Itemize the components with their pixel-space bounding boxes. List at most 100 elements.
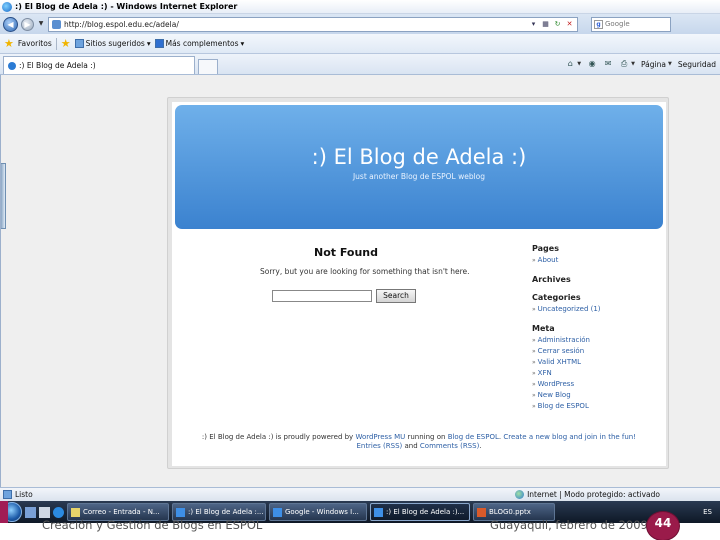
- address-dropdown-icon[interactable]: ▾: [529, 20, 538, 29]
- chevron-down-icon[interactable]: ▼: [668, 61, 672, 67]
- taskbar-item-label: :) El Blog de Adela :)...: [386, 508, 465, 516]
- footer-link-entries-rss[interactable]: Entries (RSS): [356, 442, 402, 450]
- back-button[interactable]: ◀: [3, 16, 18, 32]
- suggested-sites-button[interactable]: Sitios sugeridos ▾: [74, 39, 151, 48]
- sidebar-link-new-blog[interactable]: » New Blog: [532, 390, 662, 401]
- taskbar-item-google[interactable]: Google - Windows I...: [269, 503, 367, 521]
- home-icon[interactable]: ⌂: [565, 59, 575, 69]
- status-bar: Listo Internet | Modo protegido: activad…: [0, 487, 720, 501]
- meta-heading: Meta: [532, 324, 555, 333]
- tab-label: :) El Blog de Adela :): [19, 61, 96, 70]
- quicklaunch-window-icon[interactable]: [39, 506, 50, 518]
- blog-header: :) El Blog de Adela :) Just another Blog…: [175, 105, 663, 229]
- zone-text: Internet | Modo protegido: activado: [527, 490, 660, 499]
- categories-list: » Uncategorized (1): [532, 304, 662, 315]
- sidebar-link-about[interactable]: » About: [532, 255, 662, 266]
- taskbar-item-label: BLOG0.pptx: [489, 508, 531, 516]
- window-title: :) El Blog de Adela :) - Windows Interne…: [15, 2, 238, 11]
- footer-text: .: [479, 442, 482, 450]
- print-icon[interactable]: ⎙: [619, 59, 629, 69]
- address-url[interactable]: http://blog.espol.edu.ec/adela/: [64, 20, 526, 29]
- sidebar-link-label: Uncategorized (1): [537, 305, 601, 313]
- tab-active[interactable]: :) El Blog de Adela :): [3, 56, 195, 74]
- footer-link-espol[interactable]: Blog de ESPOL: [448, 433, 499, 441]
- new-tab-button[interactable]: [198, 59, 218, 74]
- security-zone[interactable]: Internet | Modo protegido: activado: [515, 490, 720, 499]
- chevron-down-icon[interactable]: ▼: [577, 61, 581, 67]
- sidebar-link-admin[interactable]: » Administración: [532, 335, 662, 346]
- sidebar-link-blog-espol[interactable]: » Blog de ESPOL: [532, 401, 662, 412]
- tab-page-icon: [8, 61, 16, 70]
- blog-description: Just another Blog de ESPOL weblog: [352, 172, 486, 181]
- search-button[interactable]: Search: [376, 289, 416, 303]
- refresh-icon[interactable]: ↻: [553, 20, 562, 29]
- bullet-icon: »: [532, 348, 536, 355]
- sidebar-link-logout[interactable]: » Cerrar sesión: [532, 346, 662, 357]
- suggested-sites-icon: [74, 39, 84, 48]
- bullet-icon: »: [532, 257, 536, 264]
- taskbar-item-label: :) El Blog de Adela :...: [188, 508, 264, 516]
- compatibility-icon[interactable]: ▦: [541, 20, 550, 29]
- sidebar-link-label: WordPress: [537, 380, 575, 388]
- blog-title[interactable]: :) El Blog de Adela :): [175, 145, 663, 169]
- safety-menu[interactable]: Seguridad: [678, 60, 716, 69]
- status-text: Listo: [15, 490, 33, 499]
- footer-link-comments-rss[interactable]: Comments (RSS): [420, 442, 479, 450]
- chevron-down-icon: ▾: [240, 39, 245, 48]
- not-found-title: Not Found: [314, 246, 379, 259]
- taskbar-item-label: Google - Windows I...: [285, 508, 359, 516]
- sidebar-link-uncategorized[interactable]: » Uncategorized (1): [532, 304, 662, 315]
- sidebar-link-label: Administración: [537, 336, 590, 344]
- tab-row: :) El Blog de Adela :) ⌂ ▼ ◉ ✉ ⎙ ▼ Págin…: [0, 54, 720, 75]
- address-bar[interactable]: http://blog.espol.edu.ec/adela/ ▾ ▦ ↻ ✕: [48, 16, 578, 32]
- pages-heading: Pages: [532, 244, 559, 253]
- history-dropdown-icon[interactable]: ▼: [37, 18, 45, 30]
- quicklaunch-desktop-icon[interactable]: [25, 506, 36, 518]
- search-input[interactable]: Google: [605, 20, 668, 28]
- favorites-button[interactable]: Favoritos: [18, 39, 52, 48]
- slide-page-number: 44: [646, 511, 680, 540]
- addons-icon: [154, 39, 164, 48]
- read-mail-icon[interactable]: ✉: [603, 59, 613, 69]
- google-icon: g: [594, 19, 603, 29]
- window-titlebar: :) El Blog de Adela :) - Windows Interne…: [0, 0, 720, 14]
- globe-icon: [515, 490, 525, 499]
- ie-icon: [374, 507, 383, 517]
- forward-button[interactable]: ▶: [21, 17, 34, 31]
- sidebar-handle[interactable]: [1, 163, 6, 229]
- footer-link-wordpress[interactable]: WordPress MU: [355, 433, 405, 441]
- sidebar-link-xfn[interactable]: » XFN: [532, 368, 662, 379]
- addons-label: Más complementos: [165, 39, 239, 48]
- footer-link-create-blog[interactable]: Create a new blog and join in the fun!: [503, 433, 636, 441]
- ie-icon: [2, 1, 12, 12]
- language-indicator[interactable]: ES: [703, 508, 720, 516]
- add-favorite-icon[interactable]: ★: [61, 38, 71, 49]
- mail-icon: [71, 507, 80, 517]
- browser-viewport: :) El Blog de Adela :) Just another Blog…: [0, 75, 720, 487]
- bullet-icon: »: [532, 370, 536, 377]
- page-menu[interactable]: Página: [641, 60, 666, 69]
- addons-button[interactable]: Más complementos ▾: [154, 39, 245, 48]
- footer-text: and: [404, 442, 418, 450]
- bullet-icon: »: [532, 337, 536, 344]
- taskbar-item-label: Correo - Entrada - N...: [83, 508, 160, 516]
- blog-page: :) El Blog de Adela :) Just another Blog…: [167, 97, 669, 469]
- bullet-icon: »: [532, 403, 536, 410]
- favorites-star-icon[interactable]: ★: [4, 38, 14, 49]
- sidebar-link-xhtml[interactable]: » Valid XHTML: [532, 357, 662, 368]
- feeds-icon[interactable]: ◉: [587, 59, 597, 69]
- pages-list: » About: [532, 255, 662, 266]
- powerpoint-icon: [477, 507, 486, 517]
- bullet-icon: »: [532, 306, 536, 313]
- taskbar-item-blog-active[interactable]: :) El Blog de Adela :)...: [370, 503, 470, 521]
- search-box[interactable]: g Google: [591, 16, 671, 32]
- slide-footer-left: Creación y Gestión de Blogs en ESPOL: [42, 518, 263, 532]
- sidebar-link-label: About: [537, 256, 559, 264]
- divider: [55, 37, 57, 50]
- quicklaunch-ie-icon[interactable]: [53, 506, 64, 518]
- chevron-down-icon[interactable]: ▼: [631, 61, 635, 67]
- sidebar-link-wordpress[interactable]: » WordPress: [532, 379, 662, 390]
- blog-search-input[interactable]: [272, 290, 372, 302]
- address-row: ◀ ▶ ▼ http://blog.espol.edu.ec/adela/ ▾ …: [0, 14, 720, 34]
- stop-icon[interactable]: ✕: [565, 20, 574, 29]
